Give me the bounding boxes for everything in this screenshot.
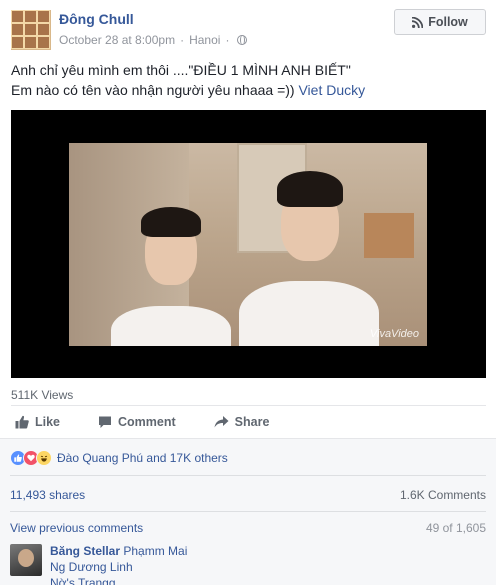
video-frame: VivaVideo [69,143,427,346]
view-count: 511K Views [11,388,74,402]
post-text-line-2-prefix: Em nào có tên vào nhận người yêu nhaaa =… [11,82,299,98]
post-text: Anh chỉ yêu mình em thôi ...."ĐIỀU 1 MÌN… [11,60,487,100]
video-person-right [239,161,379,346]
action-bar: Like Comment Share [11,408,486,436]
follow-label: Follow [428,15,468,29]
share-button[interactable]: Share [210,415,270,429]
post-meta: October 28 at 8:00pm · Hanoi · [59,33,248,47]
comment-item: Băng Stellar Phạmm Mai Ng Dương Linh Nờ'… [10,543,486,585]
post-author[interactable]: Đông Chull [59,11,134,27]
post-card: Đông Chull October 28 at 8:00pm · Hanoi … [0,0,496,585]
comment-button[interactable]: Comment [94,415,176,429]
share-label: Share [234,415,270,429]
share-arrow-icon [214,416,229,428]
page-avatar[interactable] [11,10,51,50]
follow-button[interactable]: Follow [394,9,486,35]
haha-reaction-icon[interactable] [36,450,52,466]
meta-separator: · [225,33,230,47]
like-label: Like [35,415,61,429]
thumbs-up-icon [15,415,29,429]
comment-tag[interactable]: Phạmm Mai [123,544,187,558]
meta-separator: · [180,33,185,47]
like-button[interactable]: Like [11,415,60,429]
divider [11,405,486,406]
comments-count[interactable]: 1.6K Comments [400,488,486,502]
feedback-section: Đào Quang Phú and 17K others 11,493 shar… [0,438,496,585]
commenter-name[interactable]: Băng Stellar [50,544,120,558]
reactions-summary[interactable]: Đào Quang Phú and 17K others [57,451,228,465]
mention-link[interactable]: Viet Ducky [298,82,365,98]
view-previous-comments-link[interactable]: View previous comments [10,521,143,535]
comment-icon [99,416,112,428]
comment-body: Băng Stellar Phạmm Mai Ng Dương Linh Nờ'… [50,543,187,585]
video-watermark: VivaVideo [369,328,419,340]
video-person-left [111,201,231,346]
comment-label: Comment [118,415,176,429]
comment-tag[interactable]: Nờ's Trangg [50,576,116,585]
divider [10,475,486,476]
rss-icon [412,16,424,28]
post-location[interactable]: Hanoi [189,33,220,47]
comments-pagination-count: 49 of 1,605 [425,521,486,535]
post-text-line-1: Anh chỉ yêu mình em thôi ...."ĐIỀU 1 MÌN… [11,62,351,78]
post-text-line-2: Em nào có tên vào nhận người yêu nhaaa =… [11,80,487,100]
shares-count[interactable]: 11,493 shares [10,488,85,502]
divider [10,511,486,512]
reactions-row: Đào Quang Phú and 17K others [10,450,228,466]
comment-tag[interactable]: Ng Dương Linh [50,560,133,574]
commenter-avatar[interactable] [10,544,42,576]
post-date[interactable]: October 28 at 8:00pm [59,33,175,47]
video-player[interactable]: VivaVideo [11,110,486,378]
globe-icon[interactable] [237,34,248,45]
